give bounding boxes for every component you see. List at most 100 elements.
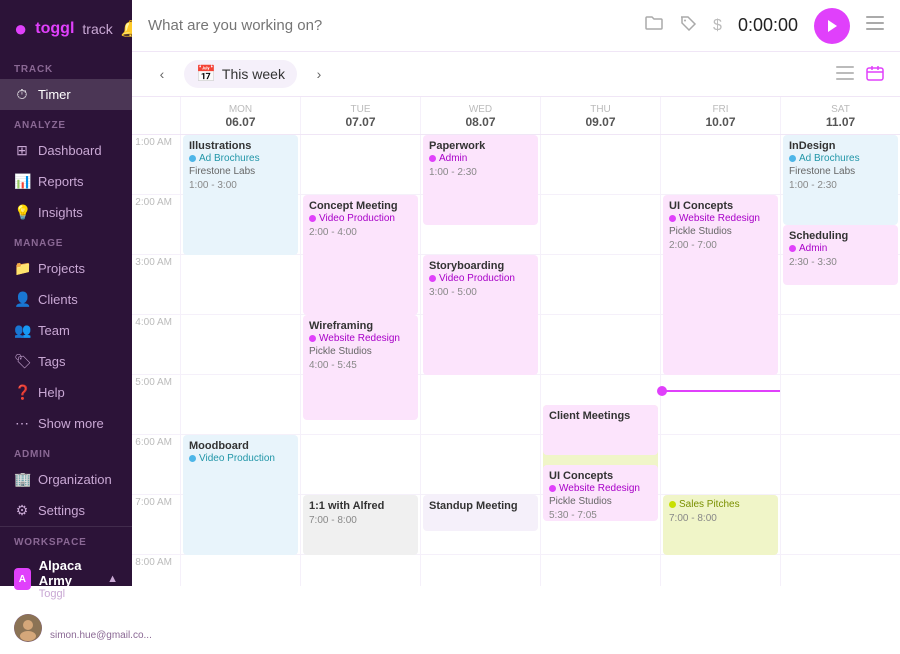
sidebar-item-insights[interactable]: 💡 Insights	[0, 197, 132, 228]
sidebar-item-show-more[interactable]: ⋯ Show more	[0, 408, 132, 439]
sidebar-bottom: WORKSPACE A Alpaca Army Toggl ▲ Simon Hu…	[0, 526, 132, 654]
current-time-line	[661, 390, 780, 392]
event-illustrations[interactable]: Illustrations Ad Brochures Firestone Lab…	[183, 135, 298, 255]
time-label-2am: 2:00 AM	[132, 195, 180, 255]
event-moodboard[interactable]: Moodboard Video Production	[183, 435, 298, 555]
event-1on1-alfred[interactable]: 1:1 with Alfred 7:00 - 8:00	[303, 495, 418, 555]
show-more-label: Show more	[38, 416, 104, 431]
next-week-button[interactable]: ›	[305, 60, 333, 88]
workspace-item[interactable]: A Alpaca Army Toggl ▲	[0, 552, 132, 606]
event-concept-meeting[interactable]: Concept Meeting Video Production 2:00 - …	[303, 195, 418, 315]
reports-icon: 📊	[14, 173, 30, 190]
cal-view-controls	[836, 65, 884, 84]
sidebar-item-timer[interactable]: ⏱ Timer	[0, 79, 132, 110]
team-icon: 👥	[14, 322, 30, 339]
event-paperwork[interactable]: Paperwork Admin 1:00 - 2:30	[423, 135, 538, 225]
user-name: Simon Hue	[50, 616, 152, 630]
folder-icon[interactable]	[645, 15, 663, 36]
tags-icon: 🏷	[14, 353, 30, 370]
event-sales-pitches-fri[interactable]: Sales Pitches 7:00 - 8:00	[663, 495, 778, 555]
time-entry-input[interactable]	[148, 17, 633, 34]
avatar	[14, 614, 42, 642]
list-view-icon[interactable]	[836, 66, 854, 83]
event-ui-concepts-fri[interactable]: UI Concepts Website Redesign Pickle Stud…	[663, 195, 778, 375]
event-ui-concepts-thu[interactable]: UI Concepts Website Redesign Pickle Stud…	[543, 465, 658, 521]
day-column-wed: Paperwork Admin 1:00 - 2:30 Storyboardin…	[420, 135, 540, 586]
day-column-mon: Illustrations Ad Brochures Firestone Lab…	[180, 135, 300, 586]
topbar-icons: $ 0:00:00	[645, 8, 884, 44]
calendar-view-icon[interactable]	[866, 65, 884, 84]
sidebar-item-help[interactable]: ❓ Help	[0, 377, 132, 408]
workspace-section-label: WORKSPACE	[0, 527, 132, 552]
sidebar-item-reports[interactable]: 📊 Reports	[0, 166, 132, 197]
admin-section-label: ADMIN	[0, 439, 132, 464]
sidebar-item-dashboard[interactable]: ⊞ Dashboard	[0, 135, 132, 166]
event-storyboarding[interactable]: Storyboarding Video Production 3:00 - 5:…	[423, 255, 538, 375]
organization-icon: 🏢	[14, 471, 30, 488]
day-column-fri: UI Concepts Website Redesign Pickle Stud…	[660, 135, 780, 586]
sidebar-item-tags[interactable]: 🏷 Tags	[0, 346, 132, 377]
calendar-header: ‹ 📅 This week ›	[132, 52, 900, 97]
week-label: This week	[222, 66, 285, 82]
time-label-1am: 1:00 AM	[132, 135, 180, 195]
day-header-fri: FRI 10.07	[660, 97, 780, 134]
tag-icon[interactable]	[679, 15, 697, 36]
calendar-grid: MON 06.07 TUE 07.07 WED 08.07 THU 09.07 …	[132, 97, 900, 586]
settings-label: Settings	[38, 503, 85, 518]
current-time-dot	[657, 386, 667, 396]
timer-display: 0:00:00	[738, 15, 798, 36]
tags-label: Tags	[38, 354, 65, 369]
time-label-4am: 4:00 AM	[132, 315, 180, 375]
day-header-wed: WED 08.07	[420, 97, 540, 134]
dashboard-icon: ⊞	[14, 142, 30, 159]
time-label-7am: 7:00 AM	[132, 495, 180, 555]
logo-track: track	[82, 21, 112, 37]
time-label-5am: 5:00 AM	[132, 375, 180, 435]
day-header-tue: TUE 07.07	[300, 97, 420, 134]
timer-icon: ⏱	[14, 86, 30, 103]
time-label-8am: 8:00 AM	[132, 555, 180, 586]
projects-icon: 📁	[14, 260, 30, 277]
week-selector[interactable]: 📅 This week	[184, 60, 297, 88]
settings-icon: ⚙	[14, 502, 30, 519]
time-label-6am: 6:00 AM	[132, 435, 180, 495]
day-header-thu: THU 09.07	[540, 97, 660, 134]
user-email: simon.hue@gmail.co...	[50, 630, 152, 641]
event-scheduling[interactable]: Scheduling Admin 2:30 - 3:30	[783, 225, 898, 285]
track-section-label: TRACK	[0, 54, 132, 79]
analyze-section-label: ANALYZE	[0, 110, 132, 135]
topbar: $ 0:00:00	[132, 0, 900, 52]
main-content: $ 0:00:00 ‹ 📅 This week ›	[132, 0, 900, 586]
time-label-3am: 3:00 AM	[132, 255, 180, 315]
event-indesign[interactable]: InDesign Ad Brochures Firestone Labs 1:0…	[783, 135, 898, 225]
day-column-thu: Sales Pitches 6:30 - 8:00 Client Meeting…	[540, 135, 660, 586]
time-labels: 1:00 AM 2:00 AM 3:00 AM 4:00 AM 5:00 AM …	[132, 135, 180, 586]
workspace-name: Alpaca Army	[39, 558, 99, 588]
play-button[interactable]	[814, 8, 850, 44]
sidebar-item-team[interactable]: 👥 Team	[0, 315, 132, 346]
event-standup[interactable]: Standup Meeting	[423, 495, 538, 531]
clients-label: Clients	[38, 292, 78, 307]
sidebar-item-projects[interactable]: 📁 Projects	[0, 253, 132, 284]
menu-icon[interactable]	[866, 16, 884, 35]
workspace-info: Alpaca Army Toggl	[39, 558, 99, 600]
sidebar-item-clients[interactable]: 👤 Clients	[0, 284, 132, 315]
logo-text: toggl	[35, 20, 74, 38]
event-client-meetings[interactable]: Client Meetings	[543, 405, 658, 455]
help-icon: ❓	[14, 384, 30, 401]
day-header-mon: MON 06.07	[180, 97, 300, 134]
dollar-icon[interactable]: $	[713, 17, 722, 35]
insights-icon: 💡	[14, 204, 30, 221]
show-more-icon: ⋯	[14, 415, 30, 432]
event-wireframing[interactable]: Wireframing Website Redesign Pickle Stud…	[303, 315, 418, 420]
reports-label: Reports	[38, 174, 84, 189]
calendar-icon: 📅	[196, 64, 216, 84]
manage-section-label: MANAGE	[0, 228, 132, 253]
sidebar-item-organization[interactable]: 🏢 Organization	[0, 464, 132, 495]
sidebar-item-settings[interactable]: ⚙ Settings	[0, 495, 132, 526]
prev-week-button[interactable]: ‹	[148, 60, 176, 88]
workspace-avatar: A	[14, 568, 31, 590]
timer-label: Timer	[38, 87, 71, 102]
user-profile[interactable]: Simon Hue simon.hue@gmail.co...	[0, 606, 132, 654]
organization-label: Organization	[38, 472, 112, 487]
